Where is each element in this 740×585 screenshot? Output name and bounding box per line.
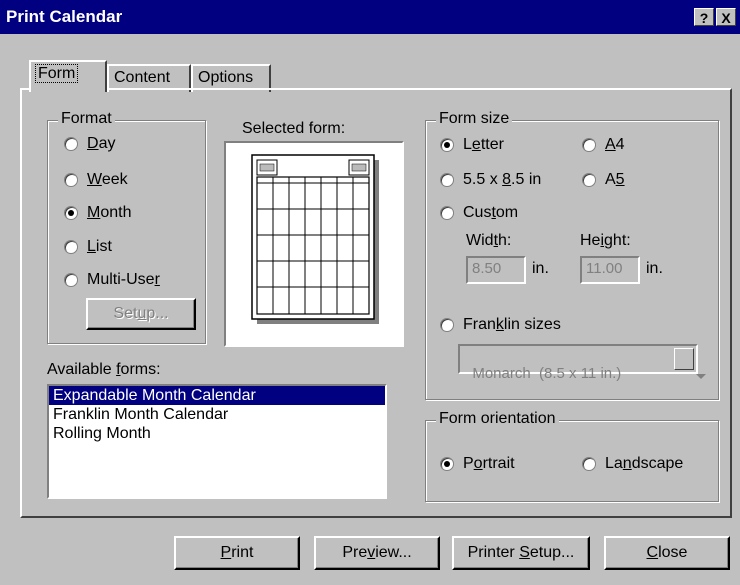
- height-label: Height:: [580, 232, 631, 249]
- available-forms-listbox[interactable]: Expandable Month Calendar Franklin Month…: [47, 384, 387, 499]
- selected-form-preview: [224, 141, 404, 347]
- height-input[interactable]: 11.00: [580, 256, 640, 284]
- format-month-radio[interactable]: Month: [64, 204, 131, 222]
- window-title: Print Calendar: [6, 7, 123, 26]
- width-input[interactable]: 8.50: [466, 256, 526, 284]
- radio-label: Week: [87, 171, 128, 188]
- close-window-button[interactable]: X: [716, 8, 736, 26]
- selected-form-label: Selected form:: [242, 120, 346, 137]
- list-item[interactable]: Rolling Month: [49, 424, 385, 443]
- preview-button[interactable]: Preview...: [314, 536, 440, 570]
- radio-circle: [582, 457, 596, 471]
- radio-label: Franklin sizes: [463, 316, 561, 333]
- format-legend: Format: [58, 110, 115, 128]
- radio-circle: [64, 240, 78, 254]
- radio-circle: [64, 173, 78, 187]
- format-day-radio[interactable]: Day: [64, 135, 115, 153]
- radio-circle: [440, 173, 454, 187]
- radio-label: Letter: [463, 136, 504, 153]
- orientation-portrait-radio[interactable]: Portrait: [440, 455, 515, 473]
- form-size-legend: Form size: [436, 110, 513, 128]
- radio-label: Multi-User: [87, 271, 160, 288]
- franklin-size-value: Monarch (8.5 x 11 in.): [472, 365, 622, 382]
- width-unit: in.: [532, 260, 549, 277]
- size-custom-radio[interactable]: Custom: [440, 204, 518, 222]
- size-franklin-radio[interactable]: Franklin sizes: [440, 316, 561, 334]
- radio-label: Landscape: [605, 455, 684, 472]
- title-bar: Print Calendar ? X: [0, 0, 740, 34]
- radio-label: List: [87, 238, 112, 255]
- setup-button[interactable]: Setup...: [86, 298, 196, 330]
- height-unit: in.: [646, 260, 663, 277]
- format-list-radio[interactable]: List: [64, 238, 112, 256]
- radio-circle: [64, 137, 78, 151]
- radio-label: Portrait: [463, 455, 515, 472]
- radio-circle-checked: [440, 138, 454, 152]
- size-5x8-radio[interactable]: 5.5 x 8.5 in: [440, 171, 541, 189]
- tab-content-label: Content: [114, 69, 171, 86]
- radio-circle: [440, 318, 454, 332]
- franklin-size-select[interactable]: Monarch (8.5 x 11 in.): [458, 344, 706, 382]
- help-button[interactable]: ?: [694, 8, 714, 26]
- radio-label: Custom: [463, 204, 519, 221]
- chevron-down-icon[interactable]: [674, 348, 706, 379]
- list-item[interactable]: Franklin Month Calendar: [49, 405, 385, 424]
- radio-circle: [582, 138, 596, 152]
- radio-circle: [440, 206, 454, 220]
- tab-form-label: Form: [34, 64, 79, 83]
- form-orientation-legend: Form orientation: [436, 410, 559, 428]
- radio-label: Month: [87, 204, 132, 221]
- size-a4-radio[interactable]: A4: [582, 136, 625, 154]
- radio-label: A5: [605, 171, 625, 188]
- radio-label: A4: [605, 136, 625, 153]
- format-week-radio[interactable]: Week: [64, 171, 128, 189]
- radio-circle: [582, 173, 596, 187]
- width-label: Width:: [466, 232, 512, 249]
- available-forms-label: Available forms:: [47, 361, 161, 378]
- close-button[interactable]: Close: [604, 536, 730, 570]
- radio-label: Day: [87, 135, 116, 152]
- format-multi-user-radio[interactable]: Multi-User: [64, 271, 160, 289]
- tab-options-label: Options: [198, 69, 254, 86]
- printer-setup-button[interactable]: Printer Setup...: [452, 536, 590, 570]
- radio-circle-checked: [440, 457, 454, 471]
- size-a5-radio[interactable]: A5: [582, 171, 625, 189]
- radio-label: 5.5 x 8.5 in: [463, 171, 542, 188]
- list-item[interactable]: Expandable Month Calendar: [49, 386, 385, 405]
- month-calendar-thumbnail: [251, 154, 379, 324]
- orientation-landscape-radio[interactable]: Landscape: [582, 455, 683, 473]
- tab-form[interactable]: Form: [29, 60, 107, 92]
- print-button[interactable]: Print: [174, 536, 300, 570]
- radio-circle-checked: [64, 206, 78, 220]
- radio-circle: [64, 273, 78, 287]
- size-letter-radio[interactable]: Letter: [440, 136, 504, 154]
